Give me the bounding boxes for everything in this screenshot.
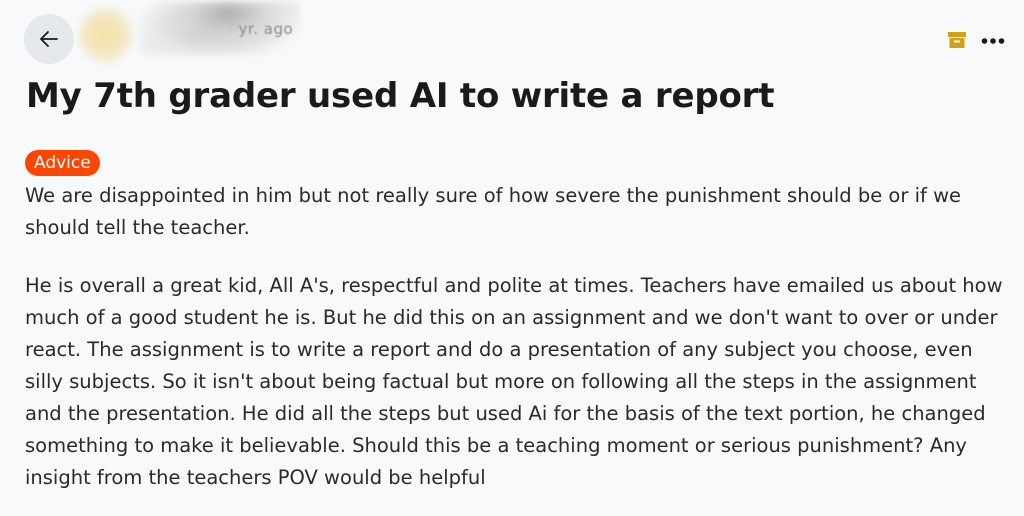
post-timestamp: · yr. ago [228, 20, 294, 38]
post-header: · yr. ago [0, 0, 1024, 70]
arrow-left-icon [40, 31, 58, 47]
post-body: We are disappointed in him but not reall… [25, 180, 1010, 494]
post-paragraph: We are disappointed in him but not reall… [25, 184, 962, 239]
avatar[interactable] [78, 6, 138, 64]
archive-icon[interactable] [948, 31, 966, 49]
more-horizontal-icon[interactable] [981, 37, 1005, 45]
post-paragraph: He is overall a great kid, All A's, resp… [25, 274, 1003, 489]
timestamp-text: yr. ago [238, 20, 294, 38]
back-button[interactable] [24, 14, 74, 64]
post-title: My 7th grader used AI to write a report [26, 76, 775, 116]
flair-badge[interactable]: Advice [25, 150, 100, 176]
post-page: · yr. ago My 7th grader used AI to write… [0, 0, 1024, 516]
